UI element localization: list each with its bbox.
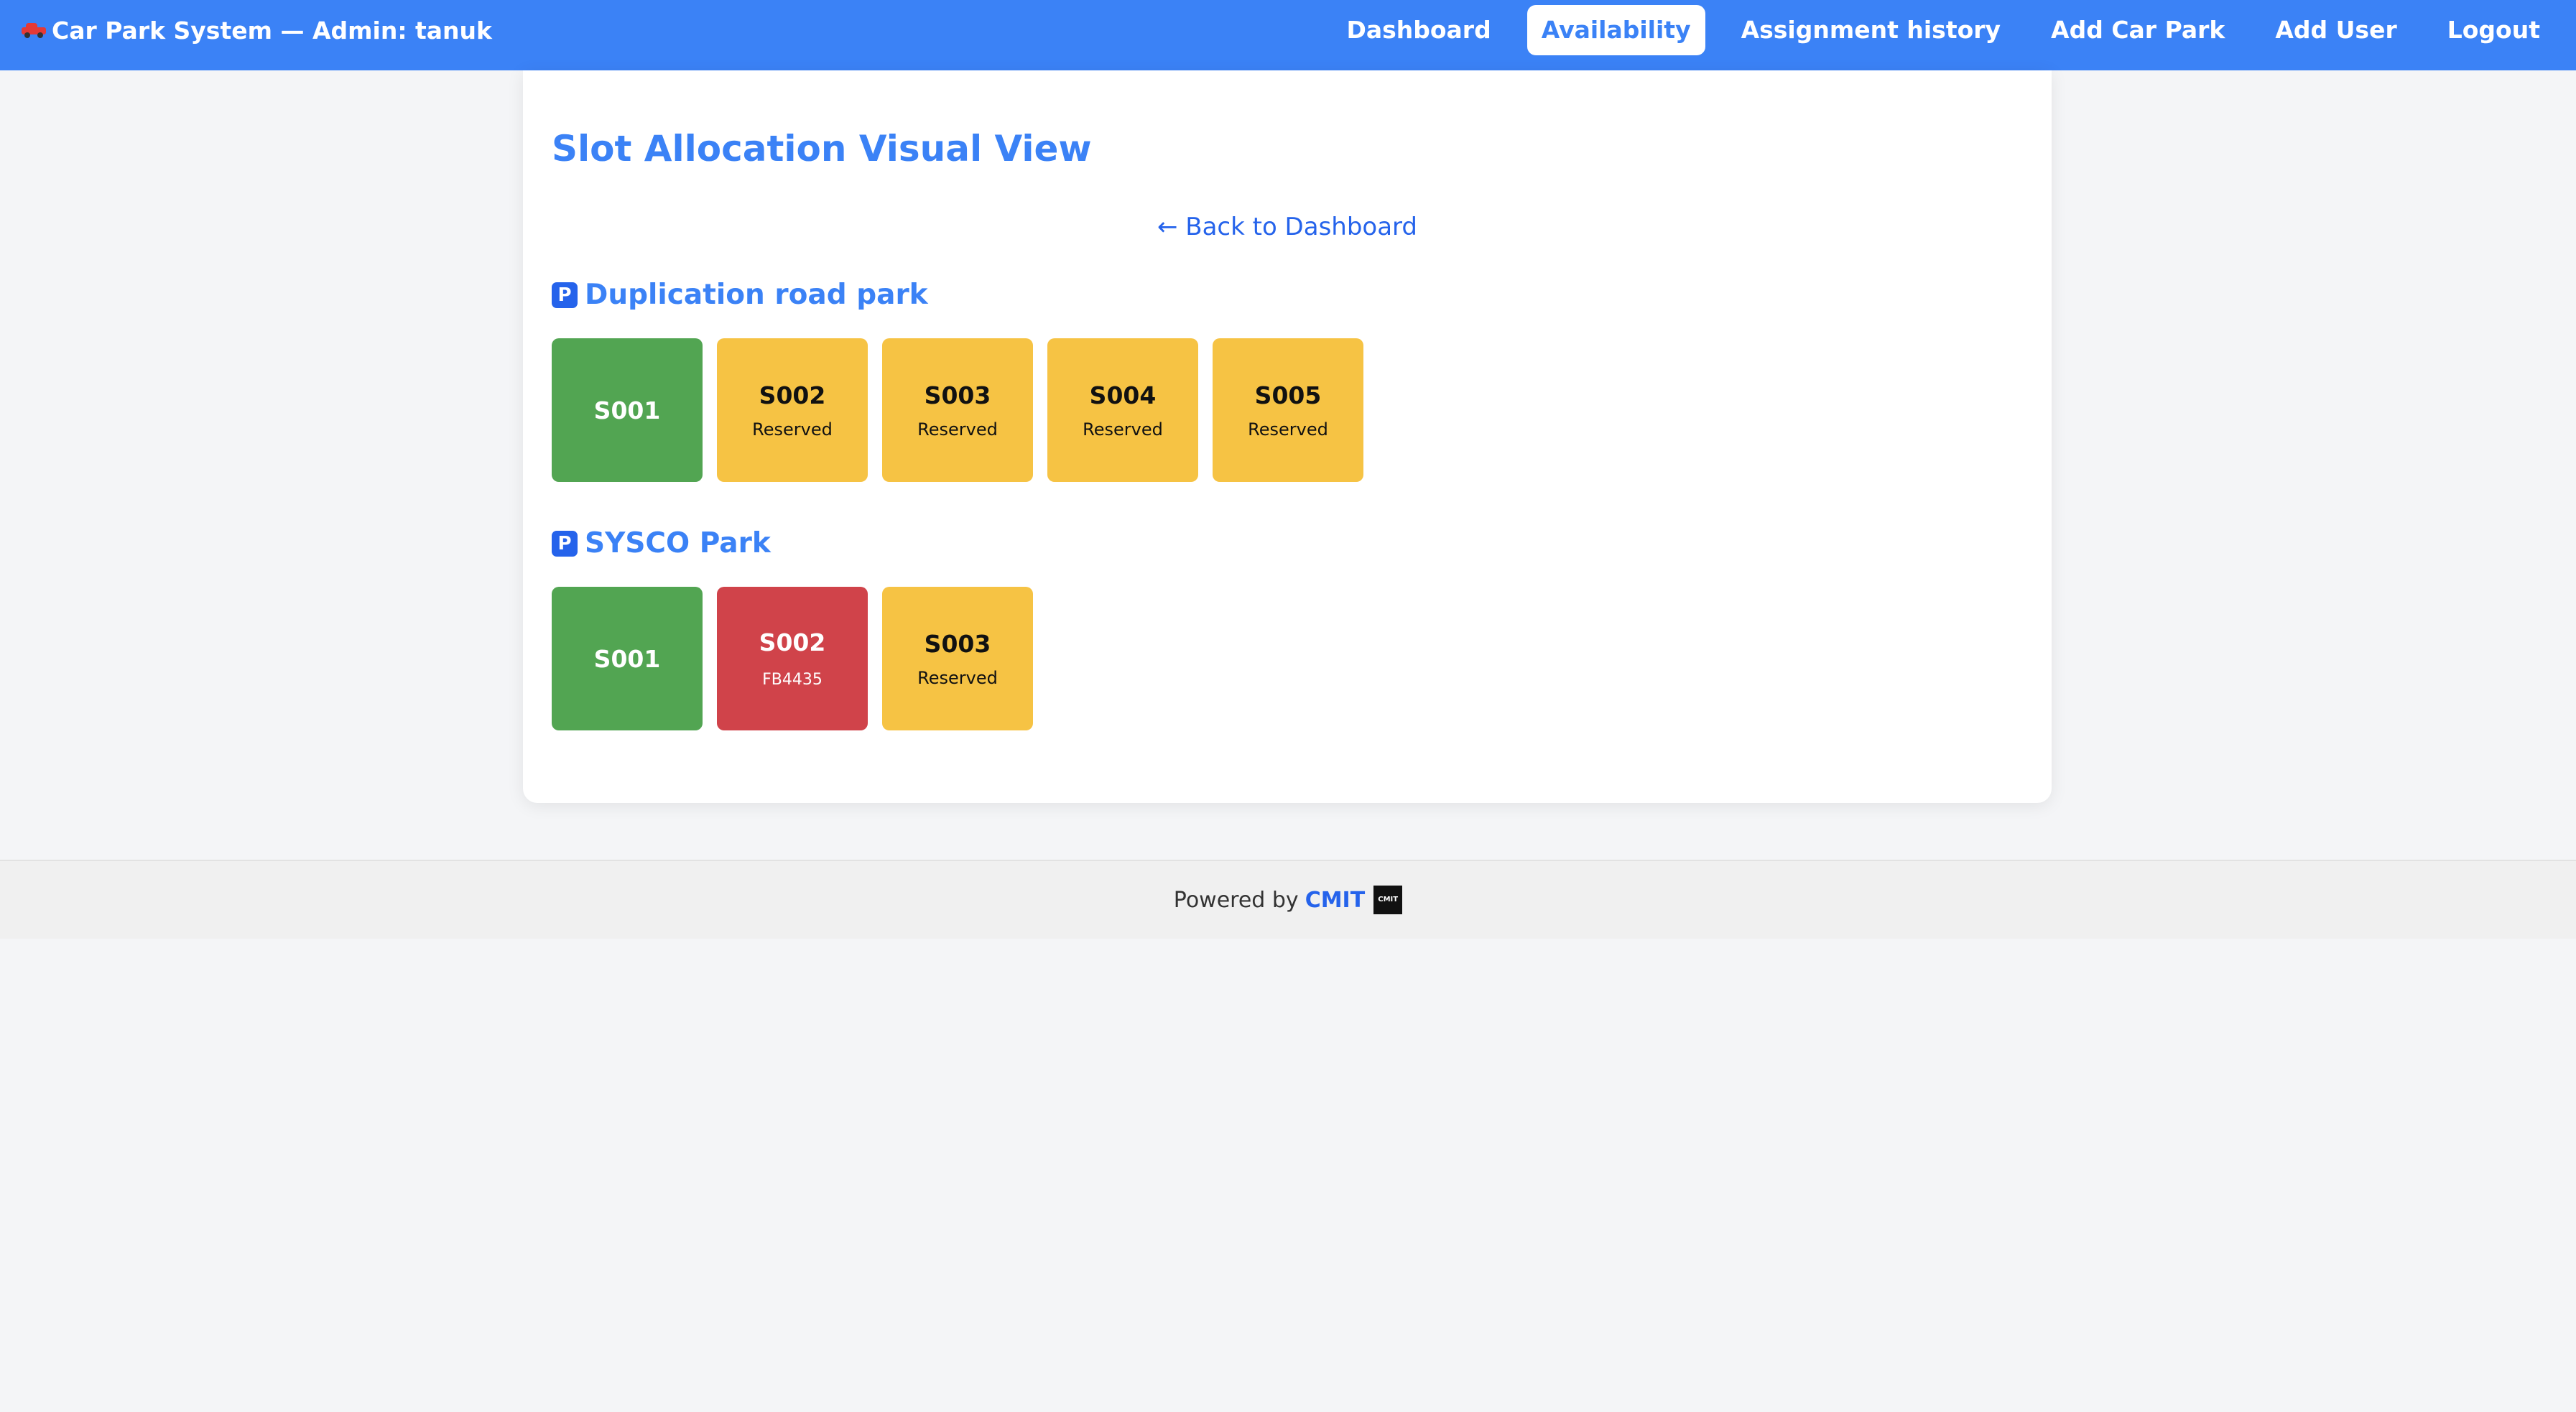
slot-tile[interactable]: S001 [552,338,703,482]
slot-status: Reserved [1083,419,1163,440]
footer: Powered by CMIT CMIT [0,860,2576,939]
park-title-sysco: P SYSCO Park [552,527,771,559]
nav-logout[interactable]: Logout [2433,5,2554,55]
parking-icon: P [552,282,578,308]
slot-tile[interactable]: S003 Reserved [882,338,1033,482]
powered-by-text: Powered by [1173,887,1299,913]
nav-links: Dashboard Availability Assignment histor… [1310,5,2554,55]
top-navbar: Car Park System — Admin: tanuk Dashboard… [0,0,2576,70]
park-title-duplication-road: P Duplication road park [552,279,928,311]
slot-plate: FB4435 [762,671,823,689]
slot-code: S003 [924,381,991,409]
slot-code: S001 [593,396,661,424]
park-name: SYSCO Park [585,527,771,559]
slot-code: S005 [1254,381,1322,409]
slot-grid-duplication-road: S001 S002 Reserved S003 Reserved S004 Re… [552,338,1378,482]
slot-tile[interactable]: S001 [552,587,703,730]
slot-status: Reserved [917,667,998,688]
app-brand[interactable]: Car Park System — Admin: tanuk [22,0,492,60]
slot-code: S004 [1089,381,1157,409]
parking-icon: P [552,530,578,557]
slot-tile[interactable]: S003 Reserved [882,587,1033,730]
nav-assignment-history[interactable]: Assignment history [1727,5,2015,55]
nav-dashboard[interactable]: Dashboard [1332,5,1505,55]
nav-availability[interactable]: Availability [1526,5,1705,55]
slot-tile[interactable]: S005 Reserved [1213,338,1363,482]
slot-status: Reserved [1248,419,1328,440]
slot-tile[interactable]: S002 FB4435 [717,587,868,730]
slot-code: S002 [759,628,826,656]
slot-grid-sysco: S001 S002 FB4435 S003 Reserved [552,587,1047,730]
slot-code: S003 [924,629,991,658]
car-icon [22,23,46,38]
main-card: Slot Allocation Visual View ← Back to Da… [523,70,2052,803]
nav-add-user[interactable]: Add User [2261,5,2411,55]
footer-brand-link[interactable]: CMIT [1305,888,1366,913]
slot-code: S002 [759,381,826,409]
app-title: Car Park System — Admin: tanuk [52,16,492,45]
slot-tile[interactable]: S004 Reserved [1047,338,1198,482]
slot-tile[interactable]: S002 Reserved [717,338,868,482]
cmit-logo-icon: CMIT [1373,886,1403,914]
page-title: Slot Allocation Visual View [552,128,1092,169]
park-name: Duplication road park [585,279,928,311]
slot-code: S001 [593,644,661,673]
back-to-dashboard-link[interactable]: ← Back to Dashboard [523,213,2052,241]
slot-status: Reserved [752,419,833,440]
nav-add-car-park[interactable]: Add Car Park [2037,5,2239,55]
slot-status: Reserved [917,419,998,440]
